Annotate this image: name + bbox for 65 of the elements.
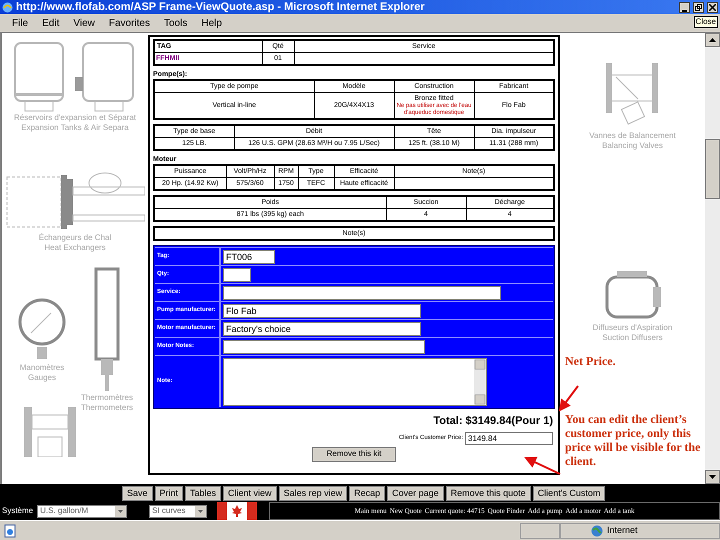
scroll-up-icon[interactable] bbox=[705, 33, 720, 47]
annotation-text: You can edit the client’s customer price, only this price will be visible for the client. bbox=[565, 412, 701, 468]
annotation-arrow bbox=[524, 456, 560, 475]
toolbar-button[interactable]: Recap bbox=[349, 486, 386, 500]
product-caption: Diffuseurs d'Aspiration bbox=[592, 323, 672, 333]
pump-drawing bbox=[22, 407, 78, 457]
toolbar-button[interactable]: Cover page bbox=[387, 486, 444, 500]
curve-select[interactable]: SI curves bbox=[149, 504, 208, 518]
menu-item[interactable]: Edit bbox=[42, 16, 60, 30]
toolbar-button[interactable]: Print bbox=[154, 486, 184, 500]
product-caption: Gauges bbox=[28, 373, 56, 383]
note-field[interactable] bbox=[223, 358, 487, 406]
product-caption: Échangeurs de Chal bbox=[38, 233, 112, 243]
menu-item[interactable]: Help bbox=[201, 16, 222, 30]
text-field[interactable]: FT006 bbox=[223, 250, 275, 264]
minimize-icon bbox=[682, 10, 687, 12]
close-icon bbox=[709, 4, 716, 10]
scroll-thumb[interactable] bbox=[705, 138, 720, 198]
text-field[interactable] bbox=[223, 268, 251, 282]
annotation-arrow bbox=[558, 385, 579, 412]
text-field[interactable] bbox=[223, 286, 501, 300]
product-caption: Vannes de Balancement bbox=[589, 131, 676, 141]
scrollbar-drawing bbox=[474, 358, 486, 404]
minimize-button[interactable] bbox=[679, 2, 690, 12]
toolbar-button[interactable]: Sales rep view bbox=[278, 486, 348, 500]
toolbar-button[interactable]: Save bbox=[122, 486, 153, 500]
toolbar-button[interactable]: Tables bbox=[185, 486, 222, 500]
restore-icon bbox=[695, 4, 702, 10]
remove-kit-button[interactable]: Remove this kit bbox=[312, 446, 396, 462]
product-caption: Thermometers bbox=[80, 403, 133, 413]
browser-icon bbox=[2, 2, 13, 12]
status-zone: Internet bbox=[607, 524, 638, 537]
product-caption: Thermomètres bbox=[80, 393, 133, 403]
maximize-button[interactable] bbox=[693, 2, 704, 12]
dropdown-icon bbox=[115, 506, 126, 516]
page-icon bbox=[3, 524, 17, 538]
toolbar-button[interactable]: Client view bbox=[223, 486, 277, 500]
annotation-text: Net Price. bbox=[565, 353, 616, 370]
product-caption: Suction Diffusers bbox=[602, 333, 663, 343]
product-caption: Manomètres bbox=[20, 363, 64, 373]
unit-select[interactable]: U.S. gallon/M bbox=[37, 504, 128, 518]
toolbar-button[interactable]: Client's Custom bbox=[532, 486, 606, 500]
dropdown-icon bbox=[195, 506, 206, 516]
product-caption: Expansion Tanks & Air Separa bbox=[21, 123, 129, 133]
text-field[interactable] bbox=[223, 340, 425, 354]
window-title: http://www.flofab.com/ASP Frame-ViewQuote.asp - Microsoft Internet Explorer bbox=[16, 2, 425, 12]
system-label: Système bbox=[2, 505, 34, 517]
product-caption: Balancing Valves bbox=[602, 141, 663, 151]
close-tooltip: Close bbox=[694, 16, 718, 28]
text-field[interactable]: Flo Fab bbox=[223, 304, 421, 318]
scroll-down-icon[interactable] bbox=[705, 470, 720, 484]
toolbar-button[interactable]: Remove this quote bbox=[446, 486, 531, 500]
customer-price-field[interactable]: 3149.84 bbox=[465, 432, 553, 444]
product-caption: Heat Exchangers bbox=[44, 243, 106, 253]
menu-item[interactable]: Tools bbox=[164, 16, 188, 30]
close-button[interactable] bbox=[707, 2, 718, 12]
globe-icon bbox=[591, 524, 603, 536]
menu-item[interactable]: View bbox=[73, 16, 95, 30]
menu-item[interactable]: Favorites bbox=[108, 16, 150, 30]
product-caption: Réservoirs d'expansion et Séparat bbox=[14, 113, 136, 123]
total-price: Total: $3149.84(Pour 1) bbox=[433, 414, 553, 429]
text-field[interactable]: Factory's choice bbox=[223, 322, 421, 336]
scrollbar[interactable] bbox=[705, 33, 720, 484]
menu-item[interactable]: File bbox=[12, 16, 28, 30]
canadian-flag-icon[interactable] bbox=[217, 502, 258, 520]
